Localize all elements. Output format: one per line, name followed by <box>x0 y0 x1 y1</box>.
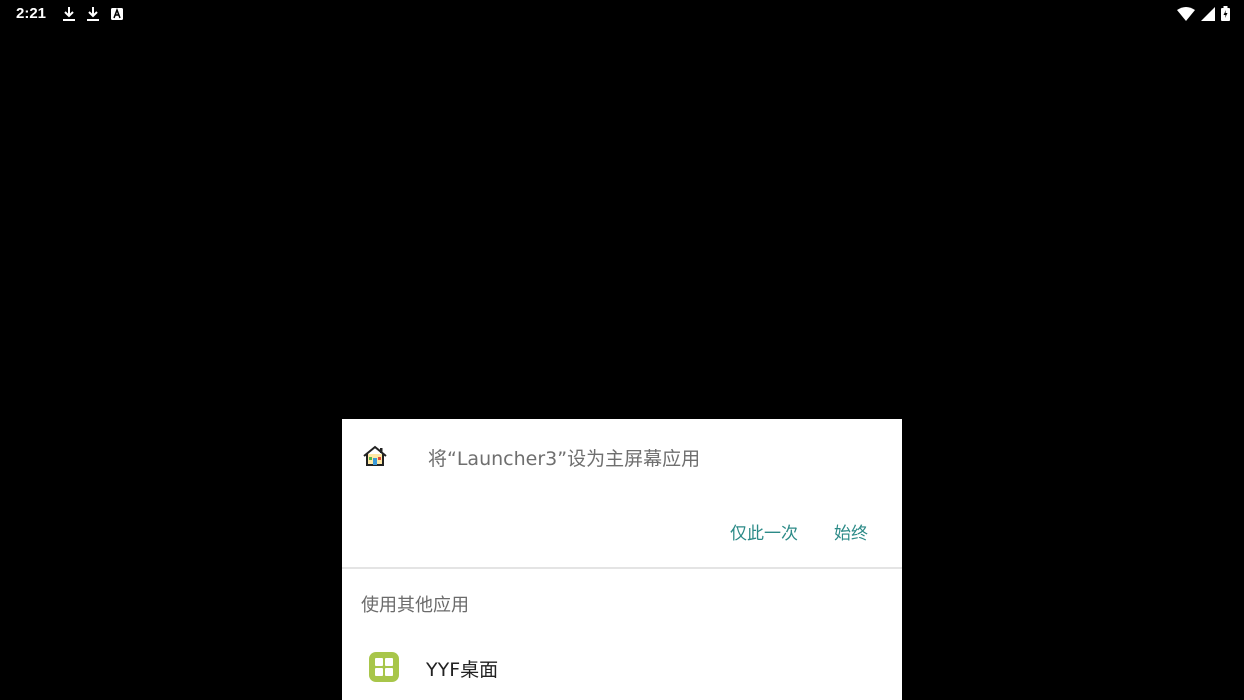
status-bar: 2:21 <box>0 0 1244 28</box>
app-option-yyf[interactable]: YYF桌面 <box>342 641 902 697</box>
signal-icon <box>1201 6 1215 21</box>
home-icon <box>362 445 388 467</box>
download-icon <box>62 6 76 22</box>
wifi-icon <box>1177 6 1195 21</box>
just-once-button[interactable]: 仅此一次 <box>730 519 798 544</box>
app-notification-icon <box>110 7 124 21</box>
download-icon <box>86 6 100 22</box>
other-apps-label: 使用其他应用 <box>361 595 469 616</box>
screen: 2:21 将“Launcher3”设为主屏幕应用 仅此一次 始终 使用其他应用 … <box>0 0 1244 700</box>
dialog-actions: 仅此一次 始终 <box>730 519 868 544</box>
dialog-header: 将“Launcher3”设为主屏幕应用 <box>342 419 902 495</box>
always-button[interactable]: 始终 <box>834 519 868 544</box>
divider <box>342 567 902 569</box>
yyf-launcher-icon <box>369 652 399 682</box>
status-system-icons <box>1177 6 1230 21</box>
status-time: 2:21 <box>16 5 47 22</box>
dialog-title: 将“Launcher3”设为主屏幕应用 <box>428 448 701 470</box>
choose-home-app-dialog: 将“Launcher3”设为主屏幕应用 仅此一次 始终 使用其他应用 YYF桌面 <box>342 419 902 700</box>
status-notification-icons <box>62 6 124 22</box>
app-label: YYF桌面 <box>426 659 499 681</box>
battery-icon <box>1221 6 1230 21</box>
